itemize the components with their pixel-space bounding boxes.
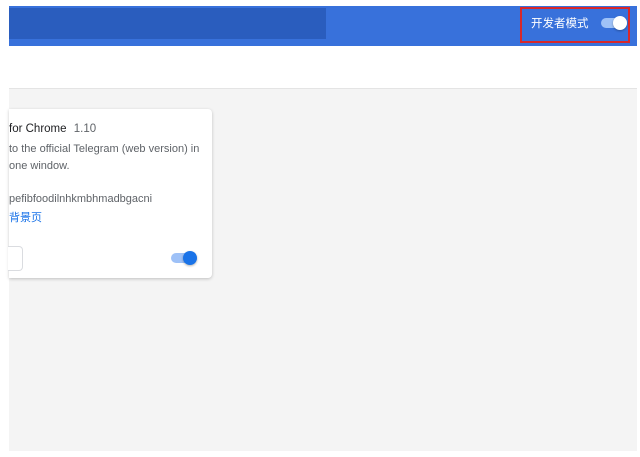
background-page-link[interactable]: 背景页 [9, 209, 42, 225]
extension-description-line: to the official Telegram (web version) i… [9, 143, 200, 155]
developer-mode-toggle[interactable] [601, 16, 627, 30]
extension-title: for Chrome 1.10 [9, 123, 96, 135]
extension-enable-toggle[interactable] [171, 251, 197, 265]
top-header-bar: 开发者模式 [9, 6, 637, 46]
details-button[interactable] [8, 246, 23, 271]
extensions-list-area: for Chrome 1.10 to the official Telegram… [8, 89, 637, 451]
search-input[interactable] [9, 8, 326, 39]
extension-description-line: one window. [9, 160, 70, 172]
developer-mode-label: 开发者模式 [531, 16, 589, 30]
extension-description: to the official Telegram (web version) i… [9, 141, 205, 175]
extension-id: pefibfoodilnhkmbhmadbgacni [9, 193, 153, 205]
extension-name: for Chrome [9, 123, 67, 135]
extension-toggle-knob [183, 251, 197, 265]
developer-mode-toggle-knob [613, 16, 627, 30]
toolbar-strip [9, 46, 637, 89]
extension-version: 1.10 [73, 123, 97, 135]
extensions-page: 开发者模式 for Chrome 1.10 to the official Te… [0, 0, 640, 457]
extension-card: for Chrome 1.10 to the official Telegram… [8, 109, 212, 278]
